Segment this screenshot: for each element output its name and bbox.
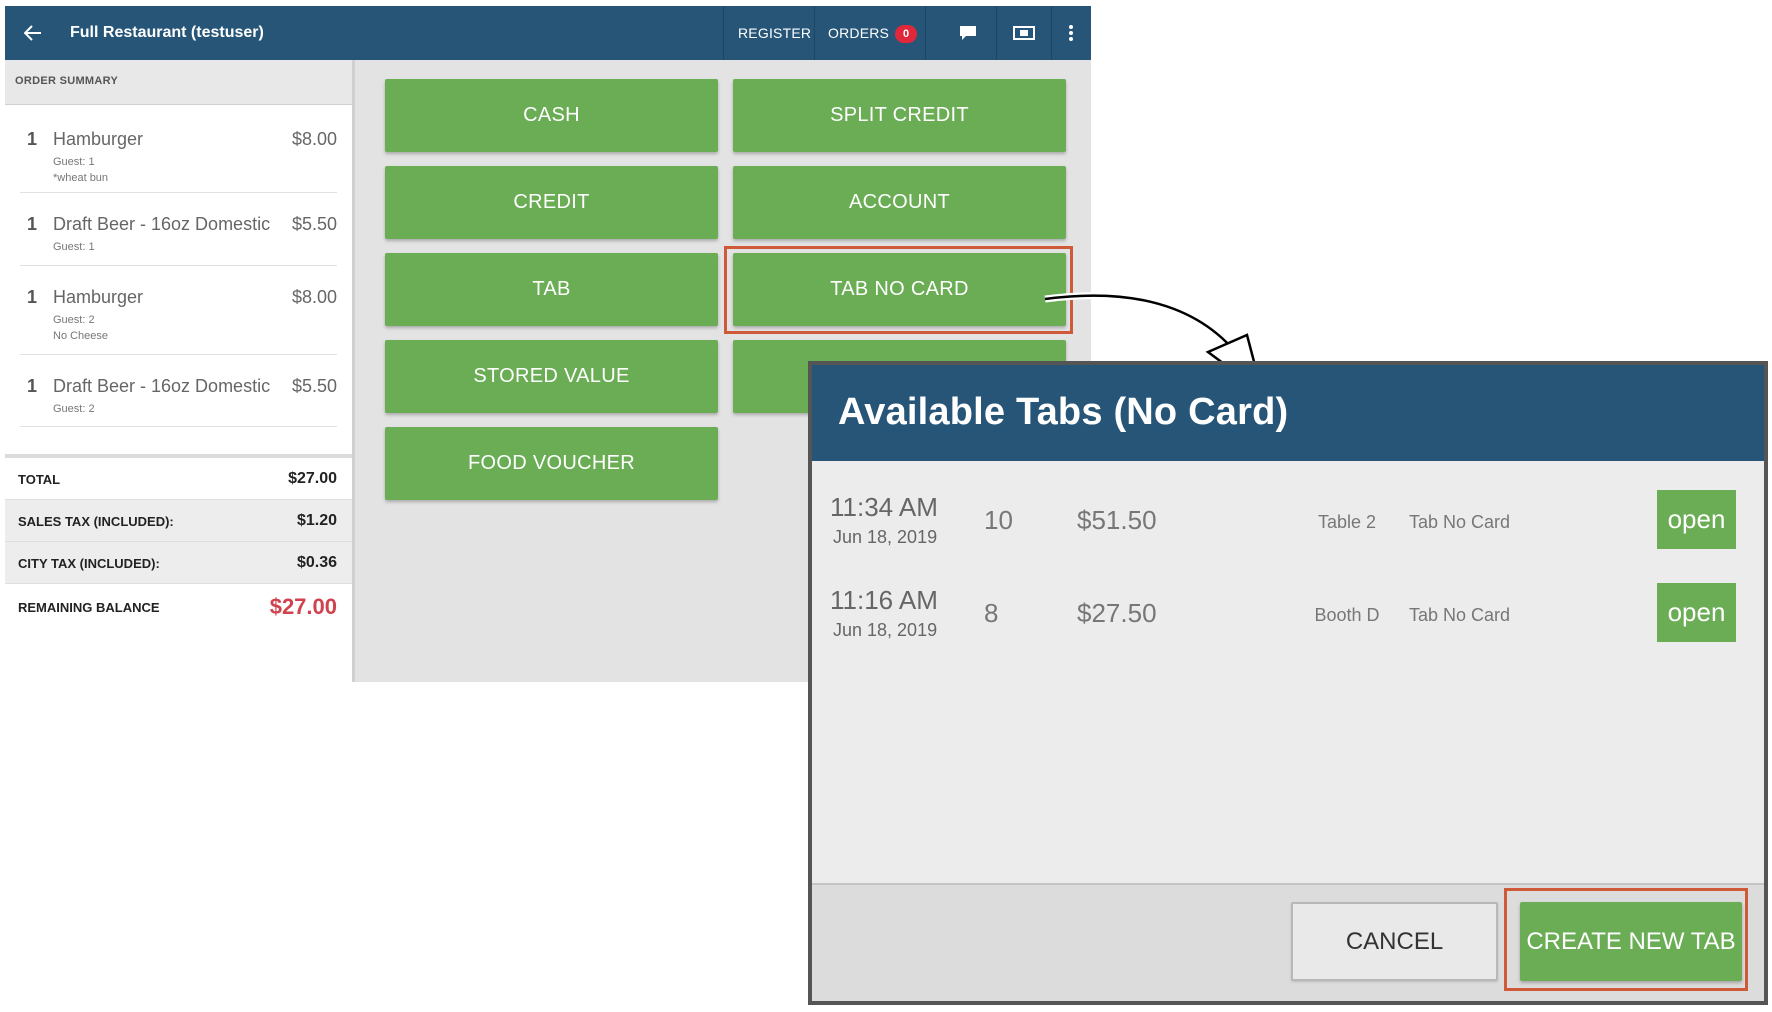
item-price: $5.50 <box>291 214 337 234</box>
item-quantity: 1 <box>27 376 38 396</box>
tab-location: Table 2 <box>1317 512 1377 532</box>
account-button[interactable]: ACCOUNT <box>733 166 1066 239</box>
item-modifier: No Cheese <box>53 330 109 342</box>
item-name: Draft Beer - 16oz Domestic <box>53 376 271 396</box>
city-tax-value: $0.36 <box>296 554 337 571</box>
sales-tax-label: SALES TAX (INCLUDED): <box>18 514 174 529</box>
tab-type: Tab No Card <box>1409 605 1511 625</box>
item-price: $5.50 <box>291 376 337 396</box>
item-name: Hamburger <box>53 287 144 307</box>
order-item[interactable]: 1 Draft Beer - 16oz Domestic $5.50 Guest… <box>20 355 337 427</box>
tab-date: Jun 18, 2019 <box>833 527 938 547</box>
order-item[interactable]: 1 Draft Beer - 16oz Domestic $5.50 Guest… <box>20 193 337 266</box>
toolbar-divider <box>723 6 724 60</box>
tab-guest-count: 10 <box>984 505 1013 535</box>
tab-guest-count: 8 <box>984 598 999 628</box>
total-label: TOTAL <box>18 472 61 487</box>
total-row: TOTAL $27.00 <box>5 458 352 500</box>
sales-tax-row: SALES TAX (INCLUDED): $1.20 <box>5 500 352 542</box>
item-modifier: *wheat bun <box>53 172 109 184</box>
credit-button[interactable]: CREDIT <box>385 166 718 239</box>
item-quantity: 1 <box>27 214 38 234</box>
tab-date: Jun 18, 2019 <box>833 620 938 640</box>
open-tab-button[interactable]: open <box>1657 583 1736 642</box>
tab-row[interactable]: 11:16 AM Jun 18, 2019 8 $27.50 Booth D T… <box>812 568 1764 660</box>
more-menu-icon[interactable] <box>1059 22 1083 44</box>
split-credit-button[interactable]: SPLIT CREDIT <box>733 79 1066 152</box>
toolbar-divider <box>814 6 815 60</box>
tab-row[interactable]: 11:34 AM Jun 18, 2019 10 $51.50 Table 2 … <box>812 475 1764 567</box>
cash-drawer-icon[interactable] <box>1012 22 1036 44</box>
order-summary-title: ORDER SUMMARY <box>5 60 352 105</box>
tab-amount: $51.50 <box>1077 505 1157 535</box>
toolbar-divider <box>996 6 997 60</box>
item-price: $8.00 <box>291 129 337 149</box>
tab-time: 11:34 AM <box>830 492 938 522</box>
totals-section: TOTAL $27.00 SALES TAX (INCLUDED): $1.20… <box>5 454 352 630</box>
item-name: Draft Beer - 16oz Domestic <box>53 214 271 234</box>
item-quantity: 1 <box>27 287 38 307</box>
orders-count-badge: 0 <box>895 25 918 43</box>
cancel-button[interactable]: CANCEL <box>1291 902 1498 981</box>
item-guest: Guest: 1 <box>53 241 95 253</box>
sales-tax-value: $1.20 <box>296 512 337 529</box>
item-quantity: 1 <box>27 129 38 149</box>
register-button[interactable]: REGISTER <box>738 6 811 60</box>
toolbar-divider <box>1051 6 1052 60</box>
city-tax-row: CITY TAX (INCLUDED): $0.36 <box>5 542 352 584</box>
orders-label: ORDERS <box>828 25 890 41</box>
remaining-balance-value: $27.00 <box>269 594 337 619</box>
tab-no-card-button[interactable]: TAB NO CARD <box>733 253 1066 326</box>
remaining-balance-label: REMAINING BALANCE <box>18 600 160 615</box>
tab-location: Booth D <box>1314 605 1380 625</box>
app-title: Full Restaurant (testuser) <box>70 24 264 41</box>
message-icon[interactable] <box>956 22 980 44</box>
item-guest: Guest: 1 <box>53 156 95 168</box>
open-tab-button[interactable]: open <box>1657 490 1736 549</box>
order-item[interactable]: 1 Hamburger $8.00 Guest: 2 No Cheese <box>20 266 337 355</box>
food-voucher-button[interactable]: FOOD VOUCHER <box>385 427 718 500</box>
tab-type: Tab No Card <box>1409 512 1511 532</box>
order-item[interactable]: 1 Hamburger $8.00 Guest: 1 *wheat bun <box>20 105 337 193</box>
total-value: $27.00 <box>288 470 337 487</box>
dialog-title: Available Tabs (No Card) <box>838 391 1289 433</box>
dialog-footer: CANCEL CREATE NEW TAB <box>812 883 1764 1001</box>
item-guest: Guest: 2 <box>53 403 95 415</box>
tab-time: 11:16 AM <box>830 585 938 615</box>
available-tabs-dialog: Available Tabs (No Card) 11:34 AM Jun 18… <box>808 361 1768 1005</box>
tab-amount: $27.50 <box>1077 598 1157 628</box>
tab-button[interactable]: TAB <box>385 253 718 326</box>
dialog-header: Available Tabs (No Card) <box>812 365 1764 461</box>
top-bar: Full Restaurant (testuser) REGISTER ORDE… <box>5 6 1091 60</box>
item-price: $8.00 <box>291 287 337 307</box>
cash-button[interactable]: CASH <box>385 79 718 152</box>
create-new-tab-button[interactable]: CREATE NEW TAB <box>1520 902 1742 981</box>
toolbar-divider <box>925 6 926 60</box>
remaining-balance-row: REMAINING BALANCE $27.00 <box>5 584 352 630</box>
order-summary-panel: ORDER SUMMARY 1 Hamburger $8.00 Guest: 1… <box>5 60 355 682</box>
orders-button[interactable]: ORDERS 0 <box>828 6 918 60</box>
back-arrow-icon[interactable] <box>19 19 47 47</box>
item-guest: Guest: 2 <box>53 314 95 326</box>
item-name: Hamburger <box>53 129 144 149</box>
city-tax-label: CITY TAX (INCLUDED): <box>18 556 160 571</box>
stored-value-button[interactable]: STORED VALUE <box>385 340 718 413</box>
